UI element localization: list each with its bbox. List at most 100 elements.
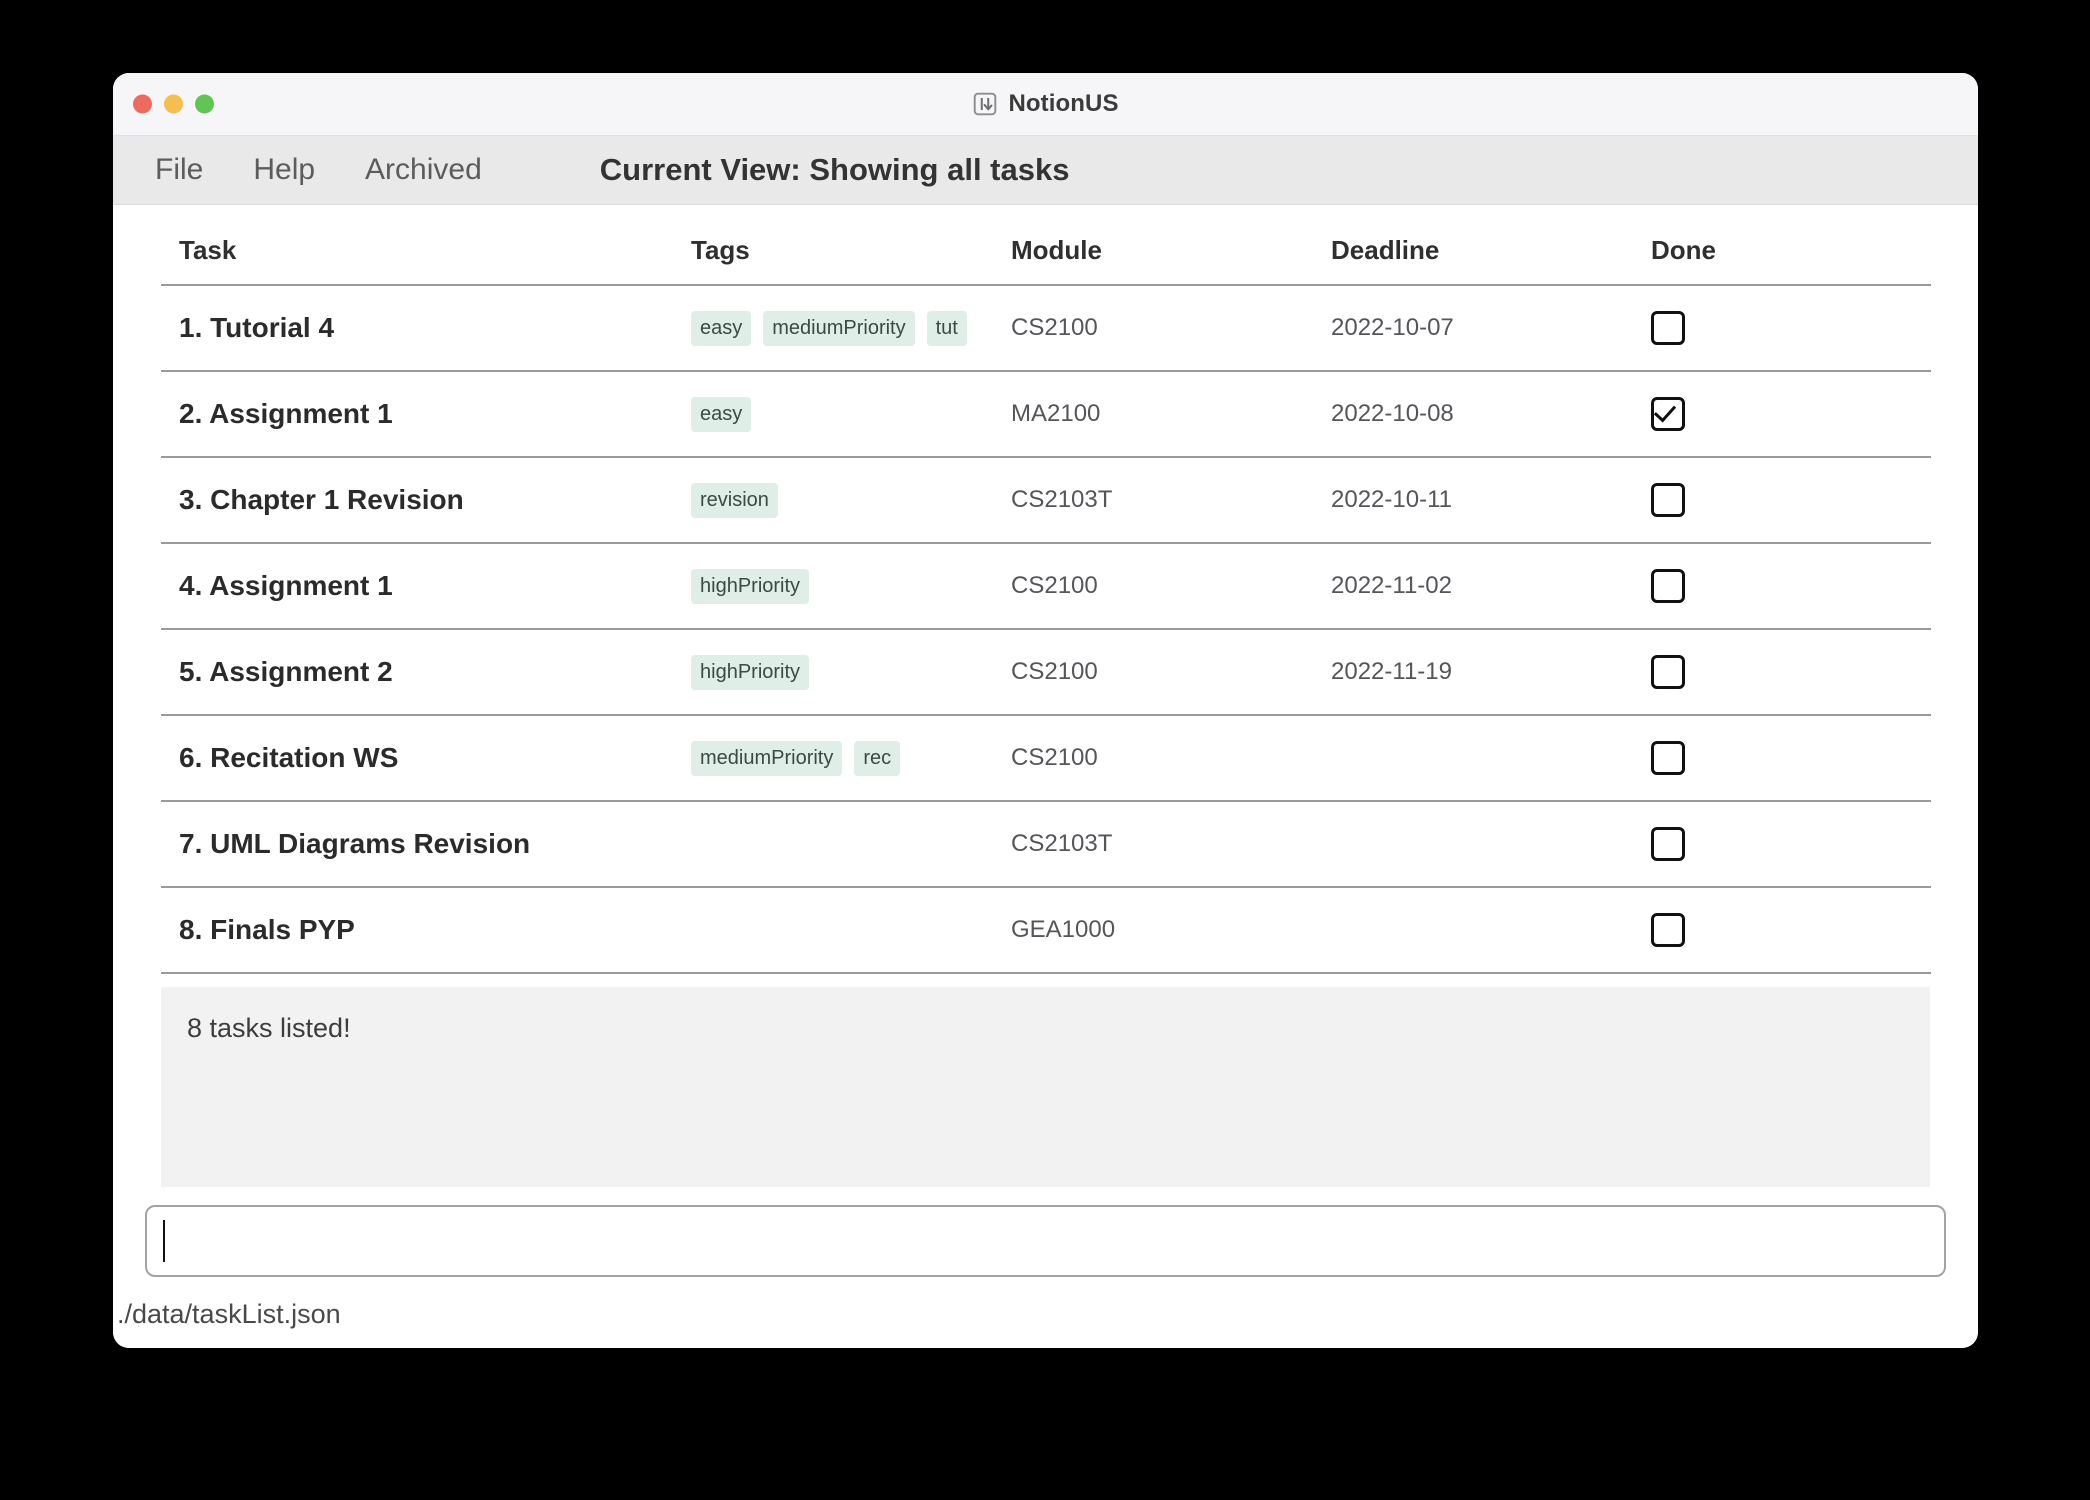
menubar: File Help Archived Current View: Showing… [113, 136, 1978, 205]
cell-task: 6. Recitation WS [179, 742, 399, 773]
cell-deadline: 2022-10-08 [1331, 400, 1454, 427]
cell-done [1651, 629, 1931, 715]
table-header: Task Tags Module Deadline Done [161, 235, 1931, 285]
table-row: 5. Assignment 2 highPriority CS2100 2022-11… [161, 629, 1931, 715]
cell-module: CS2100 [1011, 572, 1098, 599]
checkbox-unchecked[interactable] [1651, 655, 1685, 689]
checkbox-unchecked[interactable] [1651, 311, 1685, 345]
column-header-module: Module [1011, 235, 1102, 265]
cell-done [1651, 801, 1931, 887]
checkbox-unchecked[interactable] [1651, 741, 1685, 775]
app-window: NotionUS File Help Archived Current View… [113, 73, 1978, 1348]
result-message: 8 tasks listed! [187, 1013, 351, 1043]
cell-done [1651, 887, 1931, 973]
cell-deadline: 2022-11-02 [1331, 572, 1452, 599]
menu-item-help[interactable]: Help [253, 153, 315, 187]
maximize-window-button[interactable] [195, 94, 214, 114]
cell-module: CS2100 [1011, 744, 1098, 771]
cell-module: CS2100 [1011, 658, 1098, 685]
table-row: 1. Tutorial 4 easy mediumPriority tut CS2100… [161, 285, 1931, 371]
command-input-row [145, 1205, 1946, 1277]
window-title: NotionUS [1008, 90, 1119, 117]
cell-module: GEA1000 [1011, 916, 1116, 943]
table-body: 1. Tutorial 4 easy mediumPriority tut CS2100… [161, 285, 1931, 973]
cell-task: 1. Tutorial 4 [179, 312, 335, 343]
cell-deadline: 2022-10-07 [1331, 314, 1454, 341]
menu-item-archived[interactable]: Archived [365, 153, 482, 187]
task-table-area: Task Tags Module Deadline Done 1. Tutori… [113, 205, 1978, 973]
tag-chip: highPriority [691, 568, 810, 604]
cell-tags: easy [691, 371, 1011, 457]
checkbox-unchecked[interactable] [1651, 827, 1685, 861]
table-row: 7. UML Diagrams Revision CS2103T [161, 801, 1931, 887]
tag-chip: tut [926, 310, 967, 346]
cell-deadline [1331, 715, 1651, 801]
statusbar: ./data/taskList.json [113, 1277, 1978, 1348]
tag-chip: easy [691, 310, 752, 346]
checkbox-unchecked[interactable] [1651, 483, 1685, 517]
cell-module: CS2100 [1011, 314, 1098, 341]
tag-list: easy [691, 396, 991, 432]
close-window-button[interactable] [133, 94, 152, 114]
cell-task: 8. Finals PYP [179, 914, 355, 945]
traffic-lights [133, 94, 214, 114]
window-title-group: NotionUS [113, 90, 1978, 118]
checkbox-unchecked[interactable] [1651, 913, 1685, 947]
task-table: Task Tags Module Deadline Done 1. Tutori… [161, 235, 1931, 974]
cell-module: CS2103T [1011, 830, 1113, 857]
cell-task: 4. Assignment 1 [179, 570, 393, 601]
checkbox-checked[interactable] [1651, 397, 1685, 431]
cell-tags: mediumPriority rec [691, 715, 1011, 801]
message-panel: 8 tasks listed! [161, 987, 1930, 1187]
cell-tags: easy mediumPriority tut [691, 285, 1011, 371]
minimize-window-button[interactable] [164, 94, 183, 114]
data-file-path: ./data/taskList.json [117, 1299, 341, 1329]
cell-tags: highPriority [691, 629, 1011, 715]
cell-tags [691, 801, 1011, 887]
table-row: 6. Recitation WS mediumPriority rec CS2100 [161, 715, 1931, 801]
tag-chip: mediumPriority [691, 740, 843, 776]
column-header-done: Done [1651, 235, 1716, 265]
cell-done [1651, 543, 1931, 629]
tag-chip: highPriority [691, 654, 810, 690]
cell-task: 5. Assignment 2 [179, 656, 393, 687]
cell-deadline [1331, 801, 1651, 887]
sort-descending-icon [974, 92, 997, 116]
cell-tags [691, 887, 1011, 973]
tag-chip: rec [854, 740, 901, 776]
cell-task: 3. Chapter 1 Revision [179, 484, 464, 515]
column-header-deadline: Deadline [1331, 235, 1440, 265]
cell-done [1651, 715, 1931, 801]
cell-tags: highPriority [691, 543, 1011, 629]
tag-chip: revision [691, 482, 778, 518]
tag-list: revision [691, 482, 991, 518]
cell-done [1651, 371, 1931, 457]
checkbox-unchecked[interactable] [1651, 569, 1685, 603]
tag-chip: easy [691, 396, 752, 432]
tag-list: highPriority [691, 568, 991, 604]
cell-module: MA2100 [1011, 400, 1101, 427]
cell-deadline [1331, 887, 1651, 973]
cell-tags: revision [691, 457, 1011, 543]
tag-list: easy mediumPriority tut [691, 310, 991, 346]
titlebar: NotionUS [113, 73, 1978, 136]
tag-list: mediumPriority rec [691, 740, 991, 776]
column-header-tags: Tags [691, 235, 750, 265]
tag-chip: mediumPriority [763, 310, 915, 346]
cell-done [1651, 457, 1931, 543]
cell-task: 7. UML Diagrams Revision [179, 828, 531, 859]
cell-module: CS2103T [1011, 486, 1113, 513]
text-caret [163, 1220, 165, 1262]
current-view-label: Current View: Showing all tasks [599, 152, 1070, 187]
menu-item-file[interactable]: File [155, 153, 203, 187]
table-row: 2. Assignment 1 easy MA2100 2022-10-08 [161, 371, 1931, 457]
cell-done [1651, 285, 1931, 371]
command-input[interactable] [145, 1205, 1946, 1277]
cell-task: 2. Assignment 1 [179, 398, 393, 429]
cell-deadline: 2022-10-11 [1331, 486, 1452, 513]
table-row: 4. Assignment 1 highPriority CS2100 2022-11… [161, 543, 1931, 629]
table-row: 3. Chapter 1 Revision revision CS2103T 2022… [161, 457, 1931, 543]
column-header-task: Task [179, 235, 237, 265]
table-row: 8. Finals PYP GEA1000 [161, 887, 1931, 973]
tag-list: highPriority [691, 654, 991, 690]
